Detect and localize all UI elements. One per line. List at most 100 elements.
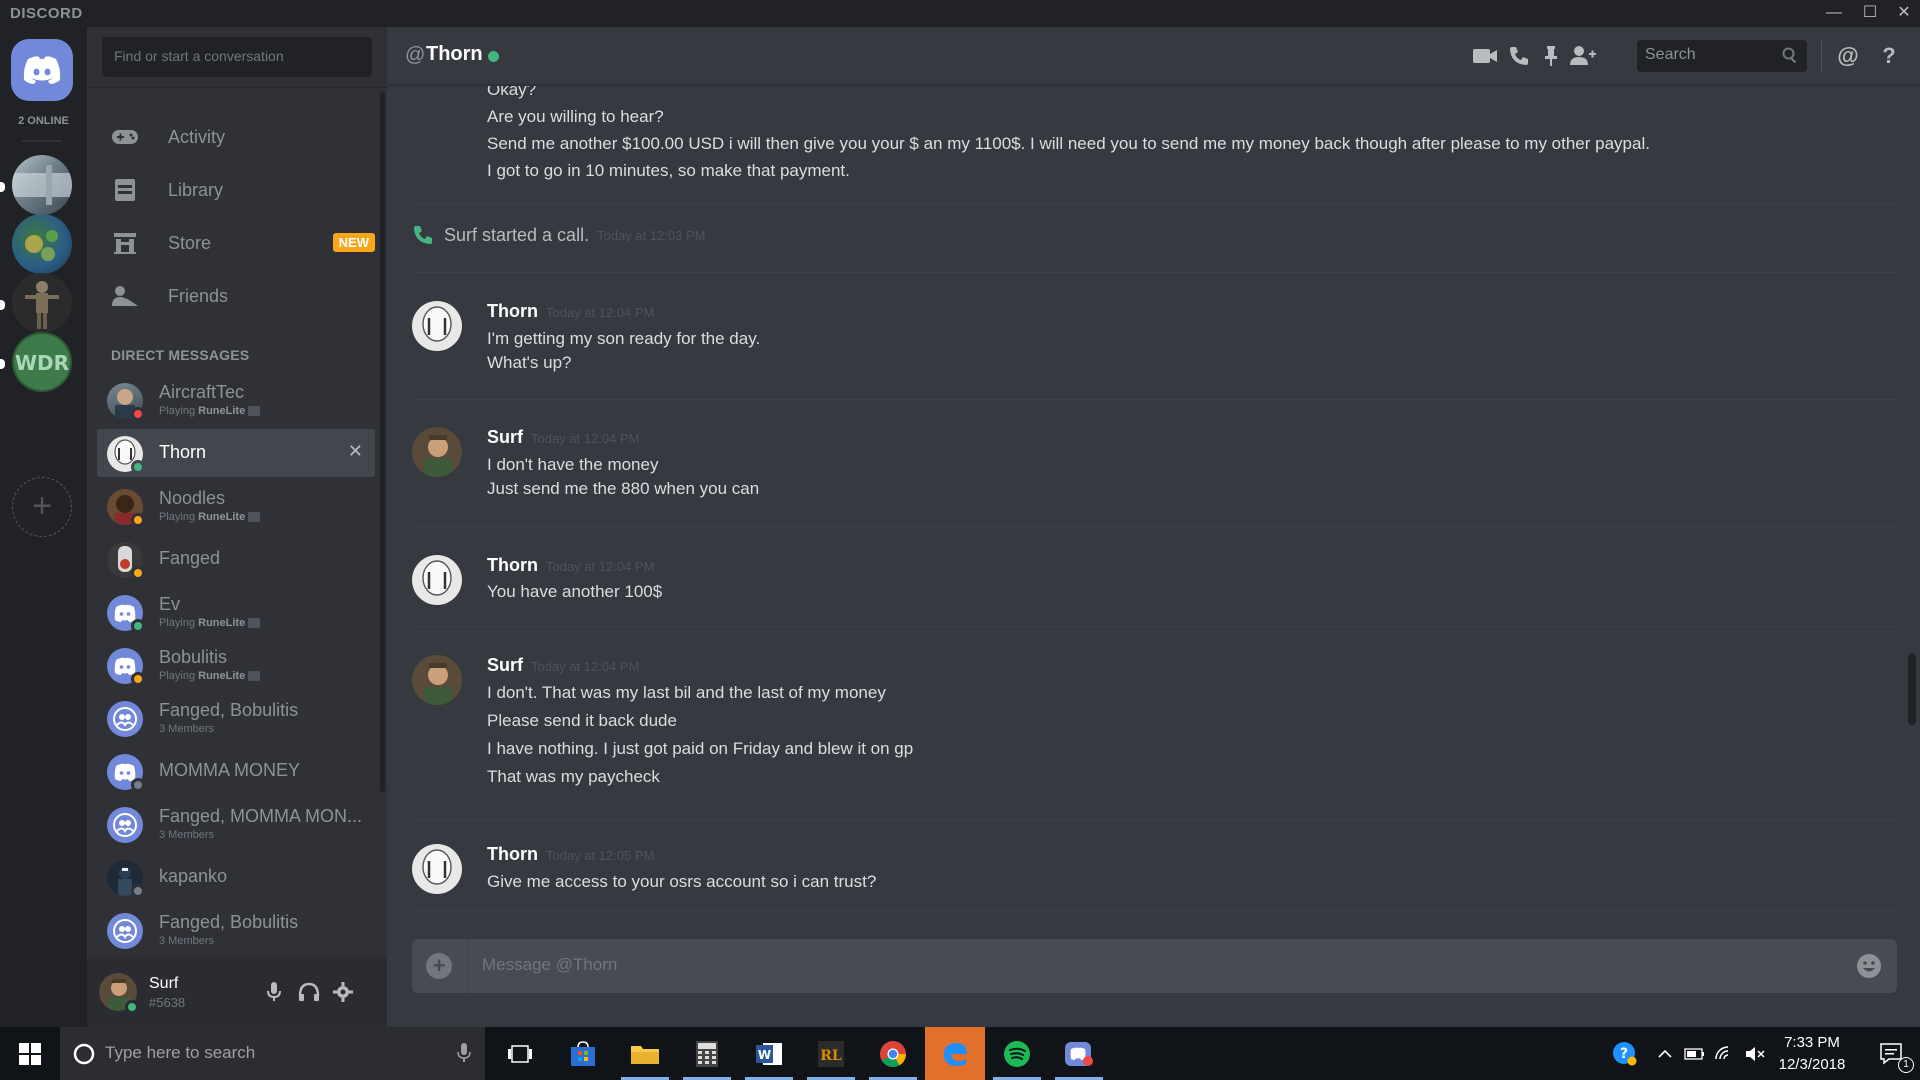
dm-activity: Playing RuneLite bbox=[159, 511, 261, 523]
chat-scrollbar[interactable] bbox=[1908, 653, 1916, 725]
room-image-icon bbox=[12, 165, 72, 205]
avatar bbox=[107, 701, 143, 737]
thorn-avatar[interactable] bbox=[412, 844, 462, 894]
message-divider bbox=[412, 203, 1900, 204]
dm-activity: Playing RuneLite bbox=[159, 617, 261, 629]
minimize-icon[interactable]: — bbox=[1814, 2, 1854, 24]
dm-item-aircrafttec[interactable]: AircraftTec Playing RuneLite bbox=[97, 376, 375, 424]
app-brand: DISCORD bbox=[10, 5, 83, 22]
chrome-icon[interactable] bbox=[863, 1027, 923, 1080]
find-conversation-input[interactable]: Find or start a conversation bbox=[102, 37, 372, 77]
taskbar-search[interactable]: Type here to search bbox=[60, 1027, 485, 1080]
settings-gear-icon[interactable] bbox=[331, 980, 355, 1004]
sidebar-scrollbar[interactable] bbox=[380, 92, 385, 792]
help-tray-icon[interactable]: ? bbox=[1600, 1027, 1650, 1080]
message-input[interactable]: Message @Thorn bbox=[482, 955, 617, 975]
status-offline-icon bbox=[131, 778, 145, 792]
server-list: 2 ONLINE WDR + bbox=[0, 27, 87, 1027]
windows-start-button[interactable] bbox=[0, 1027, 60, 1080]
at-symbol: @ bbox=[405, 44, 426, 66]
chevron-up-icon[interactable] bbox=[1650, 1027, 1680, 1080]
timestamp: Today at 12:04 PM bbox=[546, 305, 655, 320]
microphone-icon[interactable] bbox=[457, 1042, 471, 1064]
user-panel: Surf #5638 bbox=[87, 957, 387, 1027]
message-line: You have another 100$ bbox=[487, 582, 663, 601]
runelite-icon[interactable]: RL bbox=[801, 1027, 861, 1080]
dm-item-momma-money[interactable]: MOMMA MONEY bbox=[97, 747, 375, 795]
clock-date[interactable]: 12/3/2018 bbox=[1774, 1056, 1850, 1073]
server-icon-3[interactable] bbox=[12, 273, 72, 333]
upload-plus-icon[interactable]: + bbox=[426, 953, 452, 979]
server-icon-1[interactable] bbox=[12, 155, 72, 215]
mentions-icon[interactable]: @ bbox=[1834, 43, 1862, 69]
dm-item-group-3[interactable]: Fanged, Bobulitis 3 Members bbox=[97, 906, 375, 954]
search-input[interactable]: Search bbox=[1637, 40, 1807, 72]
dm-name: Fanged, Bobulitis bbox=[159, 700, 299, 720]
nav-activity[interactable]: Activity bbox=[97, 114, 375, 160]
pin-icon[interactable] bbox=[1537, 43, 1565, 69]
dm-name: Bobulitis bbox=[159, 647, 228, 667]
surf-avatar[interactable] bbox=[412, 655, 462, 705]
username: Surf bbox=[149, 975, 179, 992]
dm-item-fanged[interactable]: Fanged bbox=[97, 535, 375, 583]
dm-item-group-1[interactable]: Fanged, Bobulitis 3 Members bbox=[97, 694, 375, 742]
server-icon-4[interactable]: WDR bbox=[12, 332, 72, 392]
group-dm-icon bbox=[113, 813, 137, 837]
windows-logo-icon bbox=[19, 1042, 41, 1065]
dm-item-noodles[interactable]: Noodles Playing RuneLite bbox=[97, 482, 375, 530]
taskbar-search-placeholder: Type here to search bbox=[105, 1043, 256, 1062]
home-button[interactable] bbox=[11, 39, 73, 101]
dm-name: Ev bbox=[159, 594, 181, 614]
calculator-icon[interactable] bbox=[677, 1027, 737, 1080]
timestamp: Today at 12:04 PM bbox=[546, 559, 655, 574]
wifi-icon[interactable] bbox=[1710, 1027, 1740, 1080]
edge-icon[interactable] bbox=[925, 1027, 985, 1080]
action-center-icon[interactable]: 1 bbox=[1864, 1027, 1920, 1080]
video-call-icon[interactable] bbox=[1471, 43, 1499, 69]
word-icon[interactable]: W bbox=[739, 1027, 799, 1080]
status-online-icon bbox=[131, 460, 145, 474]
divider bbox=[467, 939, 468, 993]
message-divider bbox=[412, 626, 1900, 627]
store-app-icon[interactable] bbox=[553, 1027, 613, 1080]
message-line: Send me another $100.00 USD i will then … bbox=[487, 134, 1650, 153]
file-explorer-icon[interactable] bbox=[615, 1027, 675, 1080]
nav-friends[interactable]: Friends bbox=[97, 273, 375, 319]
thorn-avatar[interactable] bbox=[412, 555, 462, 605]
dm-item-ev[interactable]: Ev Playing RuneLite bbox=[97, 588, 375, 636]
volume-muted-icon[interactable] bbox=[1740, 1027, 1770, 1080]
discord-taskbar-icon[interactable] bbox=[1049, 1027, 1109, 1080]
status-online-icon bbox=[125, 1000, 139, 1014]
add-friend-icon[interactable] bbox=[1569, 43, 1597, 69]
dm-item-group-2[interactable]: Fanged, MOMMA MON... 3 Members bbox=[97, 800, 375, 848]
close-window-icon[interactable]: ✕ bbox=[1884, 2, 1920, 24]
nav-store[interactable]: Store NEW bbox=[97, 220, 375, 266]
cortana-icon bbox=[73, 1043, 95, 1065]
surf-avatar[interactable] bbox=[412, 427, 462, 477]
voice-call-icon[interactable] bbox=[1505, 43, 1533, 69]
dm-name: AircraftTec bbox=[159, 382, 245, 402]
clock-time[interactable]: 7:33 PM bbox=[1774, 1034, 1850, 1051]
emoji-picker-icon[interactable] bbox=[1855, 952, 1883, 980]
message-line: I don't have the money bbox=[487, 455, 659, 474]
status-dnd-icon bbox=[131, 407, 145, 421]
add-server-button[interactable]: + bbox=[12, 477, 72, 537]
dm-item-thorn[interactable]: Thorn ✕ bbox=[97, 429, 375, 477]
close-dm-icon[interactable]: ✕ bbox=[348, 441, 363, 462]
dm-members: 3 Members bbox=[159, 935, 215, 947]
spotify-icon[interactable] bbox=[987, 1027, 1047, 1080]
rich-presence-icon bbox=[248, 512, 261, 523]
dm-item-kapanko[interactable]: kapanko bbox=[97, 853, 375, 901]
nav-library[interactable]: Library bbox=[97, 167, 375, 213]
headphones-icon[interactable] bbox=[297, 980, 321, 1004]
battery-icon[interactable] bbox=[1680, 1027, 1710, 1080]
task-view-icon[interactable] bbox=[490, 1027, 550, 1080]
microphone-icon[interactable] bbox=[262, 980, 286, 1004]
server-icon-2[interactable] bbox=[12, 214, 72, 274]
dm-item-bobulitis[interactable]: Bobulitis Playing RuneLite bbox=[97, 641, 375, 689]
thorn-avatar[interactable] bbox=[412, 301, 462, 351]
timestamp: Today at 12:05 PM bbox=[546, 848, 655, 863]
message-divider bbox=[412, 272, 1900, 273]
help-icon[interactable]: ? bbox=[1875, 43, 1903, 69]
divider bbox=[22, 140, 62, 142]
